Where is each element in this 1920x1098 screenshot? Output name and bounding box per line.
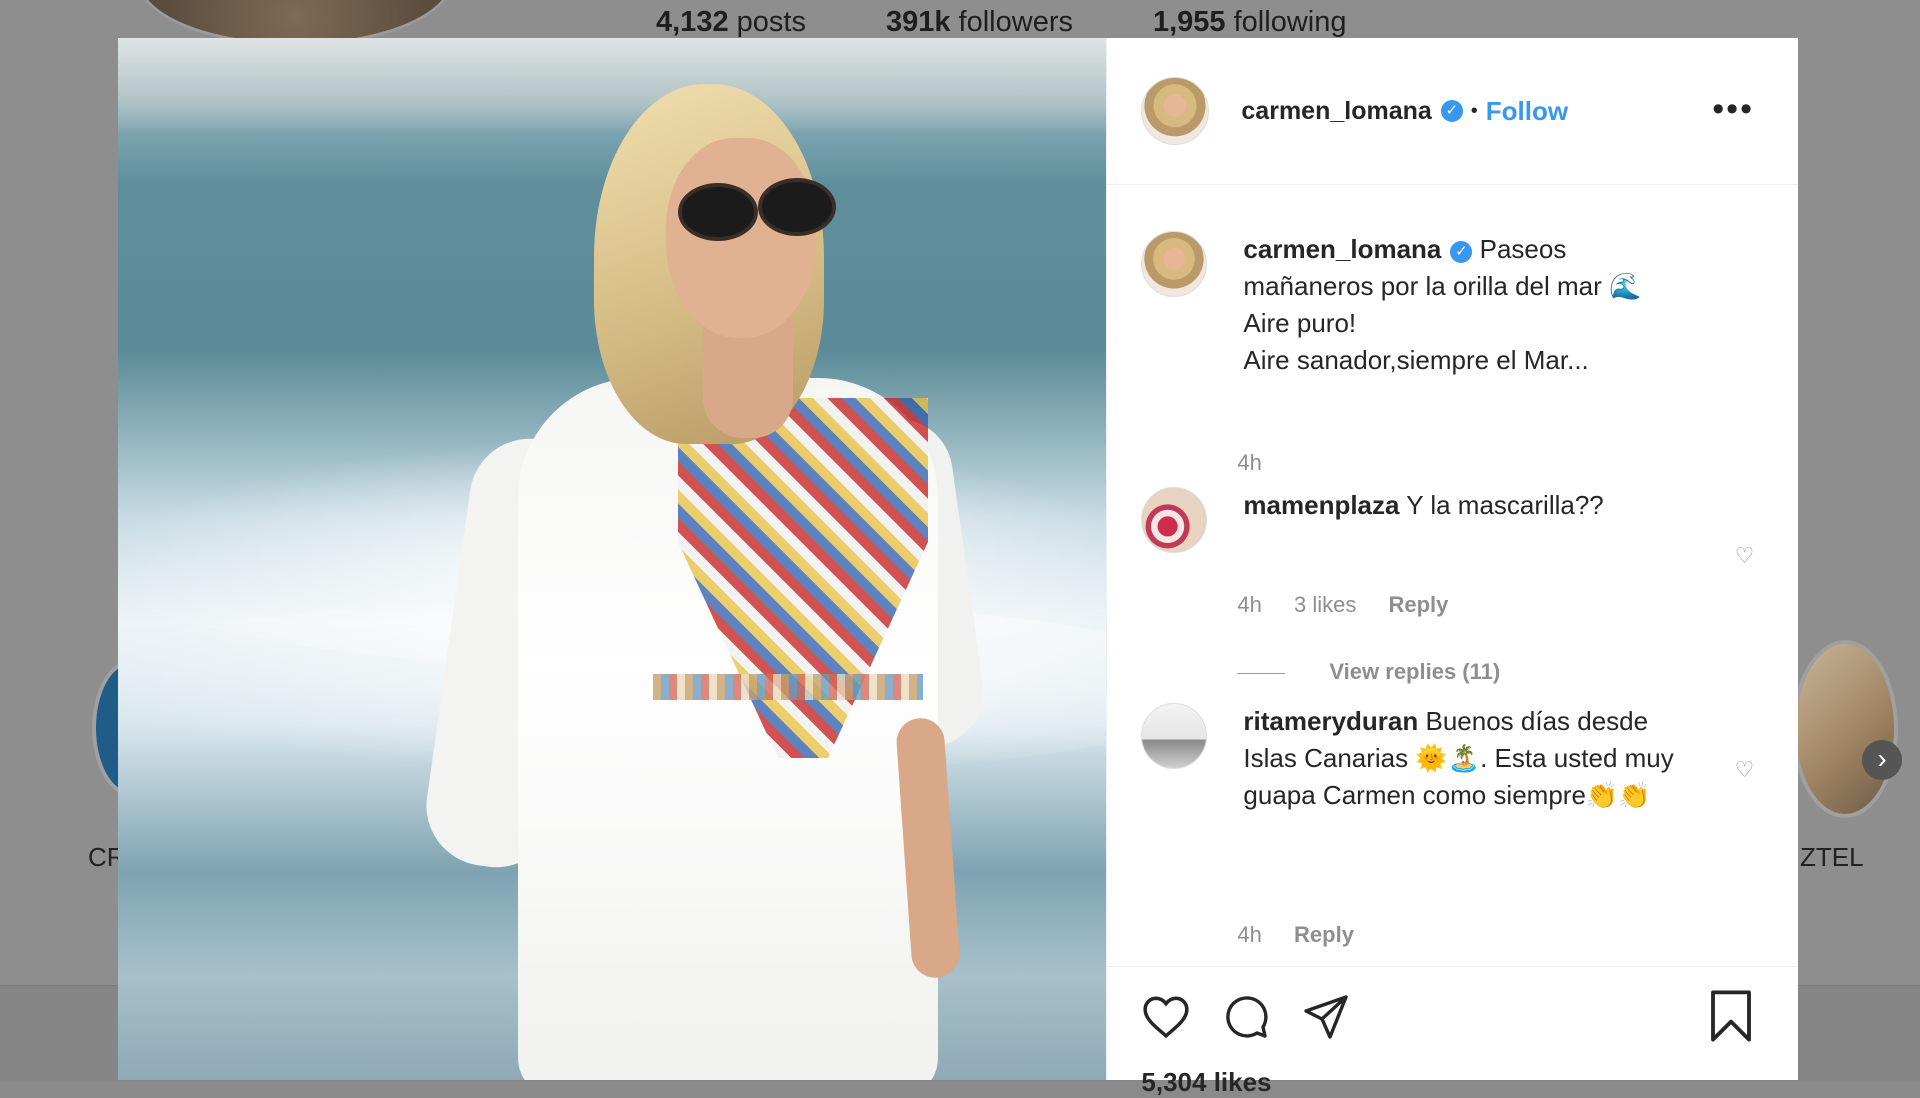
comments-list[interactable]: carmen_lomana ✓ Paseos mañaneros por la o… <box>1107 185 1798 965</box>
caption-meta: 4h <box>1237 450 1287 476</box>
share-icon[interactable] <box>1301 993 1351 1041</box>
photo-figure-face <box>666 138 816 338</box>
more-options-icon[interactable]: ••• <box>1712 90 1754 129</box>
likes-count[interactable]: 5,304 likes <box>1141 1067 1271 1098</box>
highlights-next-arrow-icon[interactable]: › <box>1862 740 1902 780</box>
comment-meta: 4h Reply <box>1237 922 1380 948</box>
verified-badge-icon: ✓ <box>1440 100 1463 122</box>
commenter-avatar[interactable] <box>1141 703 1208 769</box>
bookmark-icon[interactable] <box>1707 989 1755 1043</box>
follow-button[interactable]: Follow <box>1486 96 1568 127</box>
author-username[interactable]: carmen_lomana <box>1241 97 1431 126</box>
post-actions-bar: 5,304 likes <box>1107 966 1799 1097</box>
photo-sunglasses <box>758 178 836 236</box>
small-heart-icon[interactable]: ♡ <box>1735 757 1755 783</box>
verified-badge-icon: ✓ <box>1450 241 1473 263</box>
comment-icon[interactable] <box>1221 993 1271 1041</box>
comment-item: mamenplaza Y la mascarilla?? <box>1141 487 1703 553</box>
story-highlight-right-label: ZTEL <box>1800 842 1864 872</box>
comment-time[interactable]: 4h <box>1237 922 1261 947</box>
reply-button[interactable]: Reply <box>1294 922 1354 947</box>
posts-stat: 4,132 posts <box>656 6 806 38</box>
comment-item: ritameryduran Buenos días desde Islas Ca… <box>1141 703 1703 814</box>
caption-line-2: Aire puro! <box>1243 308 1357 338</box>
profile-stats: 4,132 posts 391k followers 1,955 followi… <box>656 6 1346 39</box>
story-highlight-right <box>1792 640 1898 818</box>
header-separator: • <box>1470 99 1478 122</box>
post-header: carmen_lomana ✓ • Follow ••• <box>1107 38 1798 185</box>
reply-button[interactable]: Reply <box>1389 592 1449 617</box>
caption-line-3: Aire sanador,siempre el Mar... <box>1243 345 1589 375</box>
following-stat: 1,955 following <box>1152 6 1347 38</box>
view-replies-label: View replies (11) <box>1329 659 1501 684</box>
post-side-panel: carmen_lomana ✓ • Follow ••• carmen_loma… <box>1106 38 1799 1097</box>
view-replies-line <box>1237 672 1286 674</box>
caption-time[interactable]: 4h <box>1237 450 1261 475</box>
commenter-username[interactable]: ritameryduran <box>1243 706 1418 736</box>
small-heart-icon[interactable]: ♡ <box>1735 543 1755 569</box>
comment-meta: 4h 3 likes Reply <box>1237 592 1474 618</box>
commenter-username[interactable]: mamenplaza <box>1243 490 1399 520</box>
caption-item: carmen_lomana ✓ Paseos mañaneros por la o… <box>1141 231 1703 379</box>
comment-likes[interactable]: 3 likes <box>1294 592 1356 617</box>
followers-stat: 391k followers <box>885 6 1073 38</box>
caption-avatar[interactable] <box>1141 231 1208 297</box>
heart-icon[interactable] <box>1141 993 1191 1039</box>
photo-horizon <box>118 38 1107 133</box>
post-modal: carmen_lomana ✓ • Follow ••• carmen_loma… <box>118 38 1799 1097</box>
view-replies-button[interactable]: View replies (11) <box>1237 659 1500 685</box>
comment-text: ritameryduran Buenos días desde Islas Ca… <box>1243 703 1703 814</box>
author-avatar[interactable] <box>1141 77 1210 145</box>
photo-sunglasses <box>678 183 758 241</box>
caption-username[interactable]: carmen_lomana <box>1243 234 1441 264</box>
post-photo[interactable] <box>118 38 1107 1080</box>
comment-text: mamenplaza Y la mascarilla?? <box>1243 487 1703 553</box>
commenter-avatar[interactable] <box>1141 487 1208 553</box>
comment-time[interactable]: 4h <box>1237 592 1261 617</box>
comment-body: Y la mascarilla?? <box>1406 490 1604 520</box>
caption-text: carmen_lomana ✓ Paseos mañaneros por la o… <box>1243 231 1703 379</box>
photo-dress-belt <box>653 674 923 700</box>
